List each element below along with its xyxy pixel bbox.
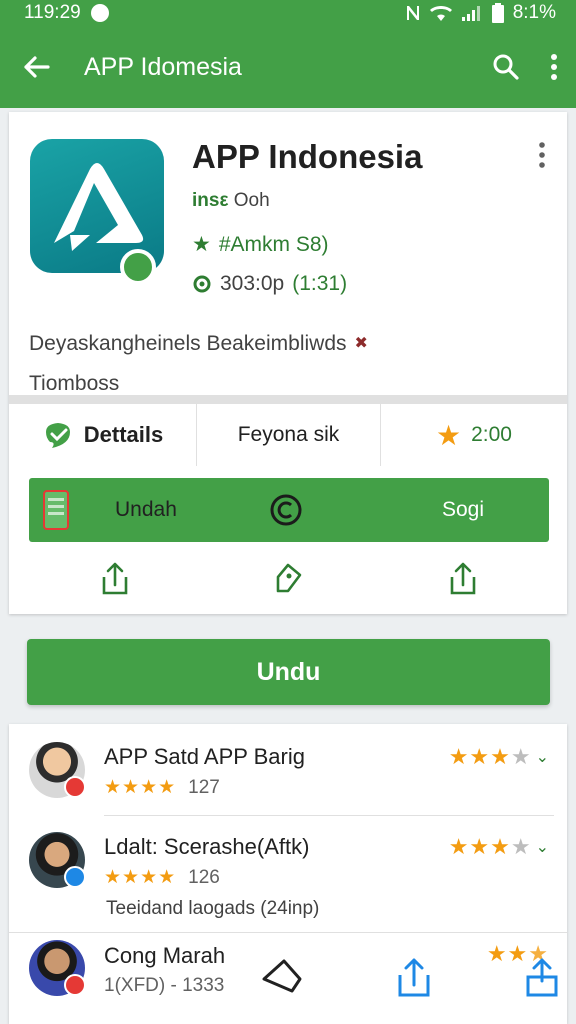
list-item-title: APP Satd APP Barig xyxy=(104,744,305,769)
app-bar-title: APP Idomesia xyxy=(84,52,242,81)
row-rating-stars: ★★★★ ⌄ xyxy=(448,834,549,859)
description-line-1: Deyaskangheinels Beakeimbliwds xyxy=(29,332,347,355)
small-mark-icon: ✖ xyxy=(354,335,368,352)
list-item-count: 126 xyxy=(188,866,220,888)
list-item-meta: ★★★★ 127 xyxy=(104,776,220,799)
list-item-meta: 1(XFD) - 1333 xyxy=(104,975,225,996)
battery-percent: 8:1% xyxy=(512,2,556,23)
list-item-count: 127 xyxy=(188,776,220,798)
signal-icon xyxy=(461,6,480,21)
rating-value: 2:00 xyxy=(471,423,512,446)
phone-app-icon xyxy=(43,490,69,530)
circle-c-icon xyxy=(270,494,302,526)
star-small-icon: ★ xyxy=(192,233,211,256)
details-tab[interactable]: Dettails xyxy=(9,404,196,466)
nfc-icon xyxy=(406,6,419,20)
avatar-badge-icon xyxy=(64,776,86,798)
row-divider xyxy=(104,815,554,816)
tag-arrow-icon[interactable] xyxy=(272,561,306,595)
developer-line: insε Ooh xyxy=(192,190,270,212)
rating-tab[interactable]: ★ 2:00 xyxy=(380,404,567,466)
developer-name: Ooh xyxy=(233,190,270,211)
share-row xyxy=(29,552,549,604)
avatar-badge-icon xyxy=(64,974,86,996)
stats-row: Dettails Feyona sik ★ 2:00 xyxy=(9,404,567,466)
downloads-icon xyxy=(193,275,211,293)
downloads-extra: (1:31) xyxy=(292,272,348,295)
share-blue-icon[interactable] xyxy=(396,955,432,999)
wifi-icon xyxy=(429,6,452,21)
rating-stars: ★★★★ xyxy=(104,777,177,798)
avatar-badge-icon xyxy=(64,866,86,888)
app-info-card: APP Indonesia insε Ooh ★ #Amkm S8) 303:0… xyxy=(9,112,567,614)
action-left-label: Undah xyxy=(115,498,177,521)
downloads-count: 303:0p xyxy=(220,272,285,295)
details-label: Dettails xyxy=(83,422,164,447)
app-name: APP Indonesia xyxy=(192,138,423,175)
rank-line: ★ #Amkm S8) xyxy=(192,232,329,257)
upload-icon[interactable] xyxy=(448,561,478,595)
rank-text: #Amkm S8) xyxy=(218,232,329,256)
status-bar: 119:29 8:1% xyxy=(0,0,576,26)
downloads-line: 303:0p (1:31) xyxy=(192,272,347,296)
back-arrow-icon[interactable] xyxy=(22,55,50,79)
rating-star-icon: ★ xyxy=(436,419,462,451)
rating-stars: ★★★★ xyxy=(104,867,177,888)
action-right-label[interactable]: Sogi xyxy=(313,498,549,522)
list-item-title: Cong Marah xyxy=(104,943,226,968)
action-bar[interactable]: Undah Sogi xyxy=(29,478,549,542)
chevron-icon[interactable]: ⌄ xyxy=(536,747,549,767)
export-blue-icon[interactable] xyxy=(524,955,560,999)
card-overflow-icon[interactable] xyxy=(539,142,545,173)
bottom-action-icons xyxy=(260,950,560,1004)
primary-download-button[interactable]: Undu xyxy=(27,639,550,705)
app-description: Deyaskangheinels Beakeimbliwds ✖ Tiombos… xyxy=(29,324,549,404)
chevron-icon[interactable]: ⌄ xyxy=(536,837,549,857)
verified-badge-icon xyxy=(120,249,156,285)
notification-dot-icon xyxy=(90,4,109,22)
share-icon[interactable] xyxy=(100,561,130,595)
row-rating-stars: ★★★★ ⌄ xyxy=(448,744,549,769)
app-bar: APP Idomesia xyxy=(0,26,576,108)
battery-icon xyxy=(491,3,504,23)
developer-tag: insε xyxy=(192,190,229,211)
check-shield-icon xyxy=(45,423,70,448)
search-icon[interactable] xyxy=(492,53,520,81)
navigation-arrow-icon[interactable] xyxy=(260,957,304,997)
section-divider xyxy=(9,395,567,404)
list-item-title: Ldalt: Scerashe(Aftk) xyxy=(104,834,310,859)
list-item-meta: ★★★★ 126 xyxy=(104,866,220,889)
more-vert-icon[interactable] xyxy=(550,54,558,80)
row-divider xyxy=(9,932,567,933)
info-label: Feyona sik xyxy=(237,423,340,446)
list-item-note: Teeidand laogads (24inp) xyxy=(106,898,320,919)
info-tab[interactable]: Feyona sik xyxy=(196,404,380,466)
status-time: 119:29 xyxy=(24,2,81,23)
